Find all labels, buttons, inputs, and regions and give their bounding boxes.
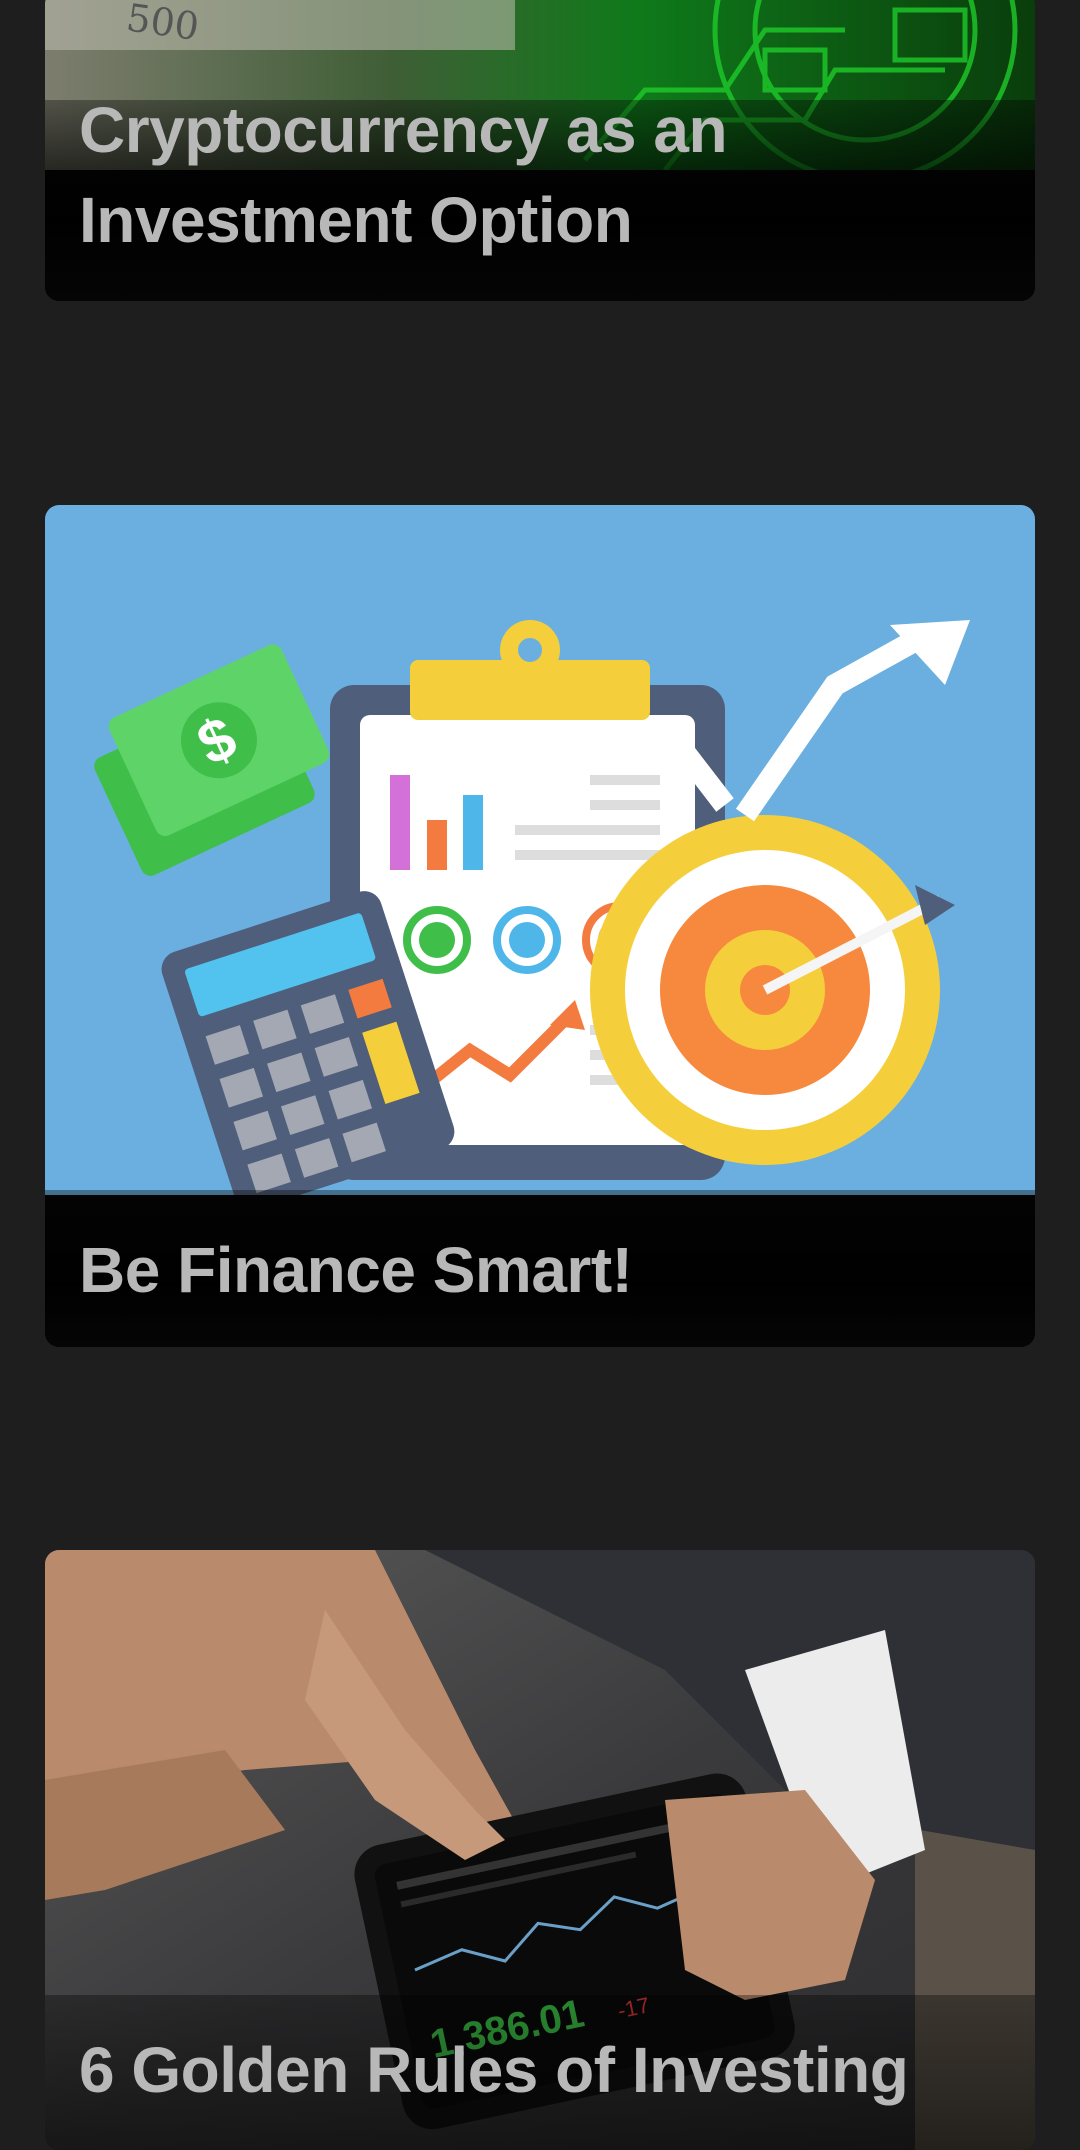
article-card-investing[interactable]: 1,386.01 -17 6 Golden Rules of Investing [45, 1550, 1035, 2150]
article-title[interactable]: Cryptocurrency as an Investment Option [79, 85, 1001, 265]
article-card-crypto[interactable]: 500 Cryptocurrency as an Investment Opti… [45, 0, 1035, 301]
article-title[interactable]: Be Finance Smart! [79, 1225, 1001, 1315]
article-card-finance[interactable]: $ Be Finance Smart! [45, 505, 1035, 1347]
finance-planning-illustration: $ [45, 505, 1035, 1195]
article-title[interactable]: 6 Golden Rules of Investing [79, 2025, 1001, 2115]
